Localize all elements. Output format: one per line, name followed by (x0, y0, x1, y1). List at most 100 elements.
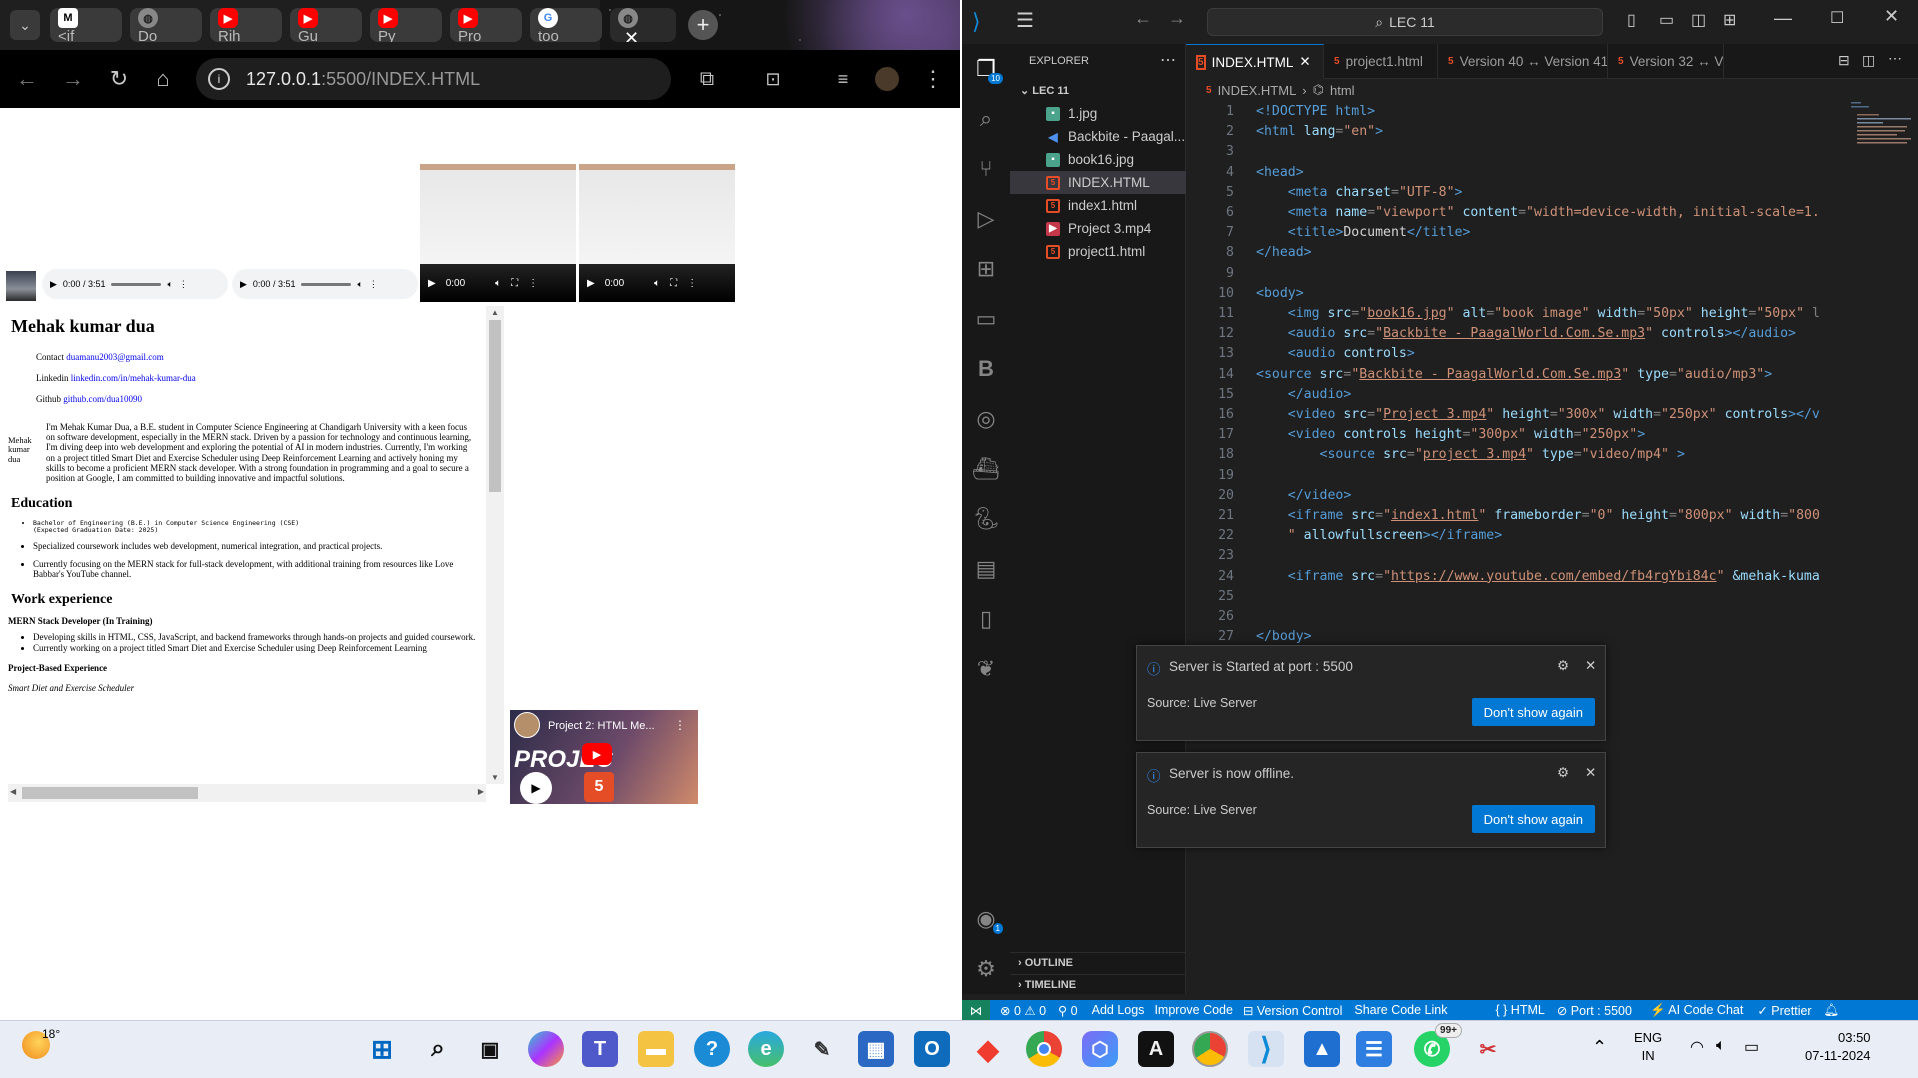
battery-icon[interactable]: ▭ (1744, 1037, 1759, 1057)
volume-icon[interactable]: 🔈︎ (654, 278, 660, 289)
code-line[interactable]: <iframe src="https://www.youtube.com/emb… (1256, 567, 1820, 587)
docker-icon[interactable]: ⛴ (971, 454, 1001, 484)
media-control-icon[interactable]: ≡ (828, 64, 858, 94)
code-line[interactable]: " allowfullscreen></iframe> (1256, 526, 1502, 546)
audio-menu-icon[interactable]: ⋮ (369, 279, 378, 290)
browser-tab-4[interactable]: ▶ Gu (290, 8, 362, 42)
dont-show-again-button[interactable]: Don't show again (1471, 805, 1595, 833)
portfolio-iframe[interactable]: Mehak kumar dua Contact duamanu2003@gmai… (0, 306, 507, 806)
browser-tab-2[interactable]: ◍ Do (130, 8, 202, 42)
audio-progress[interactable] (111, 282, 162, 286)
run-debug-icon[interactable]: ▷ (971, 204, 1001, 234)
snipping-tool-icon[interactable]: ✂ (1470, 1031, 1506, 1067)
notification-close-icon[interactable]: ✕ (1585, 658, 1596, 674)
store-icon[interactable]: ▦ (858, 1031, 894, 1067)
code-line[interactable]: </audio> (1256, 385, 1352, 405)
notification-close-icon[interactable]: ✕ (1585, 765, 1596, 781)
code-line[interactable]: <source src="Backbite - PaagalWorld.Com.… (1256, 365, 1772, 385)
fullscreen-icon[interactable]: ⛶ (670, 278, 677, 289)
close-tab-icon[interactable]: ✕ (1299, 54, 1310, 70)
channel-avatar[interactable] (514, 712, 540, 738)
chrome-profile-icon[interactable] (1192, 1031, 1228, 1067)
extensions-icon[interactable]: ⧉ (692, 64, 722, 94)
code-line[interactable]: <video controls height="300px" width="25… (1256, 425, 1645, 445)
browser-preview-icon[interactable]: ▤ (971, 554, 1001, 584)
search-icon[interactable]: ⌕ (971, 104, 1001, 134)
photos-icon[interactable]: ▲ (1304, 1031, 1340, 1067)
code-line[interactable]: <img src="book16.jpg" alt="book image" w… (1256, 304, 1820, 324)
new-tab-button[interactable]: + (688, 10, 718, 40)
file-item-selected[interactable]: 5 INDEX.HTML (1010, 171, 1186, 194)
ai-code-chat-item[interactable]: ⚡ AI Code Chat (1650, 1003, 1743, 1018)
back-icon[interactable]: ← (12, 64, 42, 94)
source-control-icon[interactable]: ⑂ (971, 154, 1001, 184)
affinity-icon[interactable]: A (1138, 1031, 1174, 1067)
youtube-embed[interactable]: Project 2: HTML Me... ⋮ PROJEC ▶ 5 ▶ (510, 710, 698, 804)
start-menu-icon[interactable]: ⊞ (364, 1031, 400, 1067)
volume-icon[interactable]: 🔈︎ (357, 279, 362, 290)
python-icon[interactable]: 🐍︎ (971, 504, 1001, 534)
accounts-icon[interactable]: ◉ 1 (971, 904, 1003, 934)
nav-forward-icon[interactable]: → (1168, 8, 1186, 29)
weather-temp[interactable]: 18° (42, 1027, 60, 1041)
language-mode-item[interactable]: { } HTML (1496, 1003, 1545, 1017)
play-icon[interactable]: ▶ (240, 279, 247, 290)
copilot-icon[interactable]: ◎ (971, 404, 1001, 434)
command-center-search[interactable]: ⌕ LEC 11 (1207, 8, 1603, 36)
dont-show-again-button[interactable]: Don't show again (1471, 698, 1595, 726)
file-item[interactable]: 5 project1.html (1010, 240, 1186, 263)
file-explorer-icon[interactable]: ▬ (638, 1031, 674, 1067)
customize-layout-icon[interactable]: ⊞ (1723, 10, 1736, 30)
audio-player-1[interactable]: ▶ 0:00 / 3:51 🔈︎ ⋮ (42, 269, 228, 299)
chrome-icon[interactable] (1026, 1031, 1062, 1067)
menu-kebab-icon[interactable]: ⋮ (918, 64, 948, 94)
file-item[interactable]: ▪ book16.jpg (1010, 148, 1186, 171)
copilot-icon[interactable] (528, 1031, 564, 1067)
code-line[interactable]: <!DOCTYPE html> (1256, 102, 1375, 122)
browser-tab-6[interactable]: ▶ Pro (450, 8, 522, 42)
play-icon[interactable]: ▶ (50, 279, 57, 290)
add-logs-item[interactable]: Add Logs (1092, 1003, 1145, 1017)
yt-menu-icon[interactable]: ⋮ (674, 718, 686, 732)
yt-video-title[interactable]: Project 2: HTML Me... (548, 720, 655, 732)
tab-search-button[interactable]: ⌄ (10, 10, 40, 40)
video-menu-icon[interactable]: ⋮ (687, 278, 697, 289)
profile-avatar[interactable] (872, 64, 902, 94)
toggle-secondary-sidebar-icon[interactable]: ◫ (1691, 10, 1706, 30)
volume-icon[interactable]: 🔈︎ (167, 279, 172, 290)
settings-gear-icon[interactable]: ⚙ (971, 954, 1001, 984)
share-code-link-item[interactable]: Share Code Link (1354, 1003, 1447, 1017)
code-line[interactable]: <head> (1256, 163, 1304, 183)
remote-indicator-icon[interactable]: ⋈ (962, 1000, 990, 1020)
breadcrumb[interactable]: 5 INDEX.HTML › ⌬ html (1206, 82, 1355, 98)
file-item[interactable]: ▶ Project 3.mp4 (1010, 217, 1186, 240)
outlook-icon[interactable]: O (914, 1031, 950, 1067)
volume-icon[interactable]: 🔈︎ (1716, 1037, 1726, 1055)
code-line[interactable]: <html lang="en"> (1256, 122, 1383, 142)
wifi-icon[interactable]: ◠ (1690, 1037, 1704, 1057)
browser-tab-active[interactable]: ◍ ✕ (610, 8, 676, 42)
version-control-item[interactable]: ⊟ Version Control (1243, 1003, 1342, 1018)
forward-icon[interactable]: → (58, 64, 88, 94)
youtube-play-button[interactable]: ▶ (582, 743, 612, 765)
edge-icon[interactable]: e (748, 1031, 784, 1067)
menu-hamburger-icon[interactable]: ☰ (1016, 8, 1034, 33)
extensions-icon[interactable]: ⊞ (971, 254, 1001, 284)
problems-indicator[interactable]: ⊗ 0 ⚠ 0 (1000, 1003, 1046, 1018)
browser-tab-1[interactable]: M <if (50, 8, 122, 42)
video-menu-icon[interactable]: ⋮ (528, 278, 538, 289)
reload-icon[interactable]: ↻ (104, 64, 134, 94)
app-hex-icon[interactable]: ⬡ (1082, 1031, 1118, 1067)
remote-explorer-icon[interactable]: ▭ (971, 304, 1001, 334)
minimize-icon[interactable]: — (1774, 8, 1792, 29)
improve-code-item[interactable]: Improve Code (1154, 1003, 1233, 1017)
site-info-icon[interactable]: i (208, 68, 230, 90)
code-line[interactable]: <meta name="viewport" content="width=dev… (1256, 203, 1820, 223)
toggle-panel-icon[interactable]: ▭ (1659, 10, 1674, 30)
iframe-horizontal-scrollbar[interactable]: ◀ ▶ (8, 784, 486, 802)
video-player-1[interactable]: ▶ 0:00 🔈︎ ⛶ ⋮ (420, 164, 576, 302)
editor-tab-diff-40-41[interactable]: 5Version 40 ↔ Version 41● (1438, 44, 1608, 79)
code-line[interactable]: <audio src="Backbite - PaagalWorld.Com.S… (1256, 324, 1796, 344)
audio-player-2[interactable]: ▶ 0:00 / 3:51 🔈︎ ⋮ (232, 269, 418, 299)
code-line[interactable]: </head> (1256, 243, 1312, 263)
